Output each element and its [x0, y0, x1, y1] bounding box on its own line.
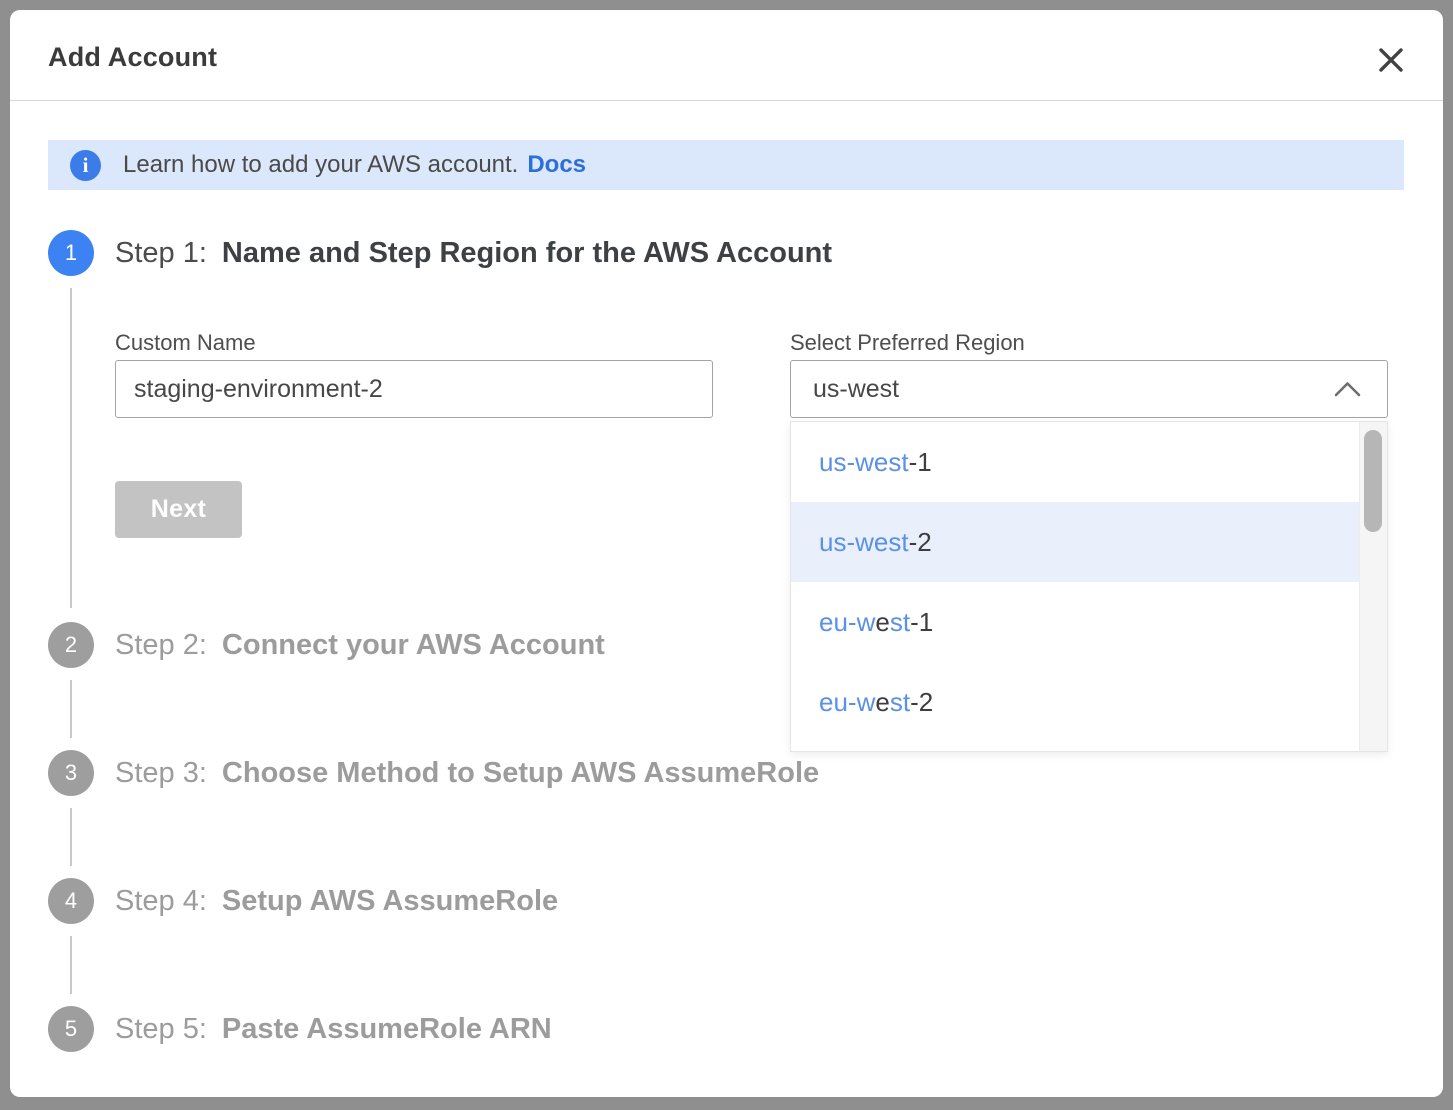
step-3-text: Step 3: Choose Method to Setup AWS Assume…: [115, 757, 819, 790]
step-1-text: Step 1: Name and Step Region for the AWS …: [115, 237, 832, 270]
step-1-badge: 1: [48, 230, 94, 276]
region-option-us-west-1[interactable]: us-west-1: [791, 422, 1359, 502]
header-divider: [10, 100, 1443, 101]
step-5-text: Step 5: Paste AssumeRole ARN: [115, 1013, 552, 1046]
region-dropdown: us-west-1us-west-2eu-west-1eu-west-2: [790, 421, 1388, 752]
region-option-eu-west-2[interactable]: eu-west-2: [791, 662, 1359, 742]
step-4-prefix: Step 4:: [115, 885, 207, 917]
page-title: Add Account: [48, 42, 217, 73]
custom-name-input[interactable]: [115, 360, 713, 418]
region-option-eu-west-1[interactable]: eu-west-1: [791, 582, 1359, 662]
scrollbar-thumb[interactable]: [1364, 430, 1382, 532]
option-text-segment: us-west: [819, 527, 909, 558]
step-4-badge: 4: [48, 878, 94, 924]
step-2-text: Step 2: Connect your AWS Account: [115, 629, 605, 662]
option-text-segment: -1: [910, 607, 933, 638]
step-connector-1: [70, 288, 72, 608]
option-text-segment: e: [875, 687, 889, 718]
custom-name-label: Custom Name: [115, 330, 256, 356]
region-select[interactable]: us-west: [790, 360, 1388, 418]
step-3-badge: 3: [48, 750, 94, 796]
add-account-modal: Add Account i Learn how to add your AWS …: [10, 10, 1443, 1097]
region-select-value: us-west: [813, 375, 1334, 404]
step-2-header: 2 Step 2: Connect your AWS Account: [48, 622, 605, 668]
step-connector-4: [70, 936, 72, 994]
region-option-list: us-west-1us-west-2eu-west-1eu-west-2: [791, 422, 1359, 751]
step-3-title: Choose Method to Setup AWS AssumeRole: [222, 757, 819, 789]
region-option-us-west-2[interactable]: us-west-2: [791, 502, 1359, 582]
option-text-segment: us-west: [819, 447, 909, 478]
step-4-title: Setup AWS AssumeRole: [222, 885, 558, 917]
step-5-prefix: Step 5:: [115, 1013, 207, 1045]
step-4-text: Step 4: Setup AWS AssumeRole: [115, 885, 558, 918]
step-1-prefix: Step 1:: [115, 237, 207, 269]
dropdown-scrollbar[interactable]: [1359, 422, 1387, 751]
step-2-prefix: Step 2:: [115, 629, 207, 661]
option-text-segment: e: [875, 607, 889, 638]
step-connector-2: [70, 680, 72, 738]
close-button[interactable]: [1369, 38, 1413, 82]
next-button[interactable]: Next: [115, 481, 242, 538]
step-3-header: 3 Step 3: Choose Method to Setup AWS Assu…: [48, 750, 819, 796]
step-connector-3: [70, 808, 72, 866]
step-5-title: Paste AssumeRole ARN: [222, 1013, 552, 1045]
step-2-badge: 2: [48, 622, 94, 668]
info-icon: i: [70, 150, 101, 181]
step-5-badge: 5: [48, 1006, 94, 1052]
option-text-segment: -2: [910, 687, 933, 718]
step-1-title: Name and Step Region for the AWS Account: [222, 237, 832, 269]
docs-link[interactable]: Docs: [527, 151, 586, 179]
option-text-segment: st: [890, 607, 910, 638]
option-text-segment: eu-w: [819, 607, 875, 638]
chevron-up-icon[interactable]: [1334, 381, 1361, 397]
docs-info-banner: i Learn how to add your AWS account. Doc…: [48, 140, 1404, 190]
step-4-header: 4 Step 4: Setup AWS AssumeRole: [48, 878, 558, 924]
option-text-segment: st: [890, 687, 910, 718]
step-3-prefix: Step 3:: [115, 757, 207, 789]
step-1-header: 1 Step 1: Name and Step Region for the AW…: [48, 230, 832, 276]
option-text-segment: -1: [909, 447, 932, 478]
region-label: Select Preferred Region: [790, 330, 1025, 356]
option-text-segment: eu-w: [819, 687, 875, 718]
step-2-title: Connect your AWS Account: [222, 629, 605, 661]
close-icon: [1378, 47, 1404, 73]
banner-text: Learn how to add your AWS account.: [123, 151, 518, 179]
option-text-segment: -2: [909, 527, 932, 558]
step-5-header: 5 Step 5: Paste AssumeRole ARN: [48, 1006, 552, 1052]
